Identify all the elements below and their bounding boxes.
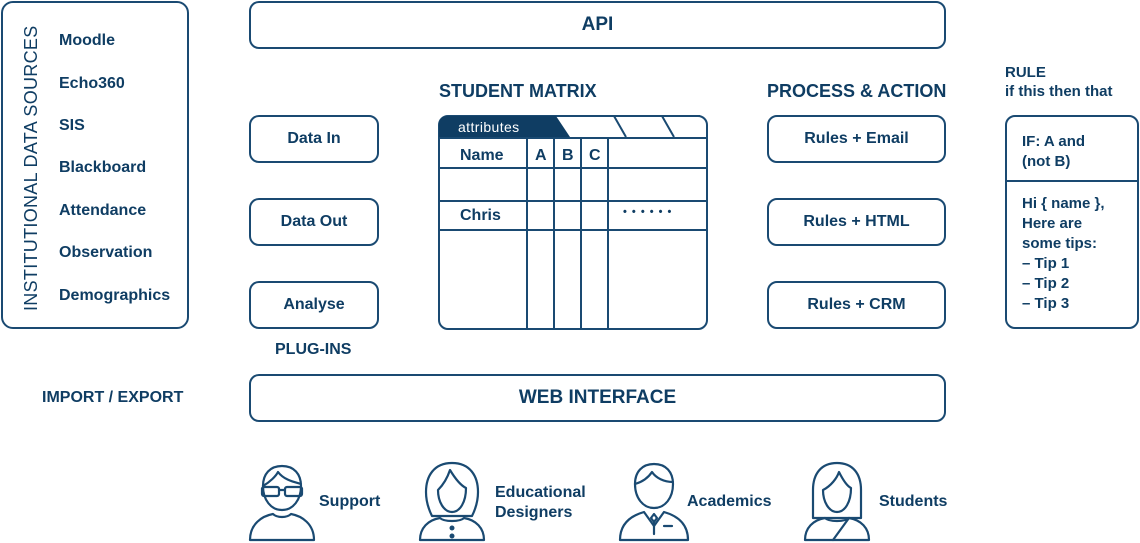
rule-body-line: – Tip 3 xyxy=(1022,295,1070,312)
plugin-label: Data In xyxy=(287,130,341,147)
matrix-tab-label: attributes xyxy=(458,119,520,135)
user-label-students: Students xyxy=(879,493,948,510)
rule-title: RULE xyxy=(1005,64,1046,81)
import-export-label: IMPORT / EXPORT xyxy=(42,389,184,406)
user-label-support: Support xyxy=(319,493,381,510)
source-item: Moodle xyxy=(59,32,115,49)
academic-person-icon xyxy=(618,462,690,542)
rule-body-line: Hi { name }, xyxy=(1022,195,1105,212)
matrix-cell-ellipsis: • • • • • • xyxy=(623,206,673,218)
process-action-title: PROCESS & ACTION xyxy=(767,81,947,101)
process-rules-crm: Rules + CRM xyxy=(767,281,946,329)
rule-subtitle: if this then that xyxy=(1005,83,1113,100)
api-bar: API xyxy=(249,1,946,49)
source-item: Echo360 xyxy=(59,75,125,92)
institutional-data-sources-panel: INSTITUTIONAL DATA SOURCES Moodle Echo36… xyxy=(1,1,189,329)
designer-person-icon xyxy=(418,461,486,542)
rule-body-line: some tips: xyxy=(1022,235,1098,252)
web-interface-label: WEB INTERFACE xyxy=(518,387,677,408)
user-label-line: Designers xyxy=(495,504,573,521)
rule-divider xyxy=(1007,180,1137,182)
student-matrix-title: STUDENT MATRIX xyxy=(439,81,597,101)
matrix-cell-name: Chris xyxy=(460,207,501,224)
rule-condition: IF: A and (not B) xyxy=(1022,132,1085,172)
rule-body-line: Here are xyxy=(1022,215,1083,232)
user-label-educational-designers: Educational Designers xyxy=(495,483,586,523)
process-label: Rules + Email xyxy=(804,130,909,147)
plugin-label: Data Out xyxy=(280,213,348,230)
source-item: SIS xyxy=(59,117,85,134)
plugins-caption: PLUG-INS xyxy=(275,341,352,358)
rule-condition-line: (not B) xyxy=(1022,153,1071,170)
user-label-line: Educational xyxy=(495,484,586,501)
matrix-col-a: A xyxy=(535,147,547,164)
process-label: Rules + CRM xyxy=(807,296,906,313)
matrix-col-c: C xyxy=(589,147,601,164)
support-person-icon xyxy=(248,464,316,542)
plugin-data-out: Data Out xyxy=(249,198,379,246)
rule-body-line: – Tip 2 xyxy=(1022,275,1070,292)
process-rules-email: Rules + Email xyxy=(767,115,946,163)
source-item: Observation xyxy=(59,244,153,261)
api-label: API xyxy=(581,14,614,35)
process-rules-html: Rules + HTML xyxy=(767,198,946,246)
user-label-academics: Academics xyxy=(687,493,772,510)
plugin-analyse: Analyse xyxy=(249,281,379,329)
student-matrix-table: attributes Name A B C Chris • • • • • • xyxy=(438,115,708,330)
plugin-label: Analyse xyxy=(283,296,345,313)
rule-card: IF: A and (not B) Hi { name }, Here are … xyxy=(1005,115,1139,329)
matrix-col-name: Name xyxy=(460,147,504,164)
rule-body-line: – Tip 1 xyxy=(1022,255,1070,272)
source-item: Blackboard xyxy=(59,159,147,176)
source-item: Demographics xyxy=(59,287,171,304)
matrix-col-b: B xyxy=(562,147,574,164)
source-item: Attendance xyxy=(59,202,147,219)
student-person-icon xyxy=(803,461,871,542)
plugin-data-in: Data In xyxy=(249,115,379,163)
rule-body: Hi { name }, Here are some tips: – Tip 1… xyxy=(1022,194,1105,314)
sources-title: INSTITUTIONAL DATA SOURCES xyxy=(21,25,41,312)
web-interface-bar: WEB INTERFACE xyxy=(249,374,946,422)
process-label: Rules + HTML xyxy=(803,213,910,230)
rule-condition-line: IF: A and xyxy=(1022,133,1086,150)
